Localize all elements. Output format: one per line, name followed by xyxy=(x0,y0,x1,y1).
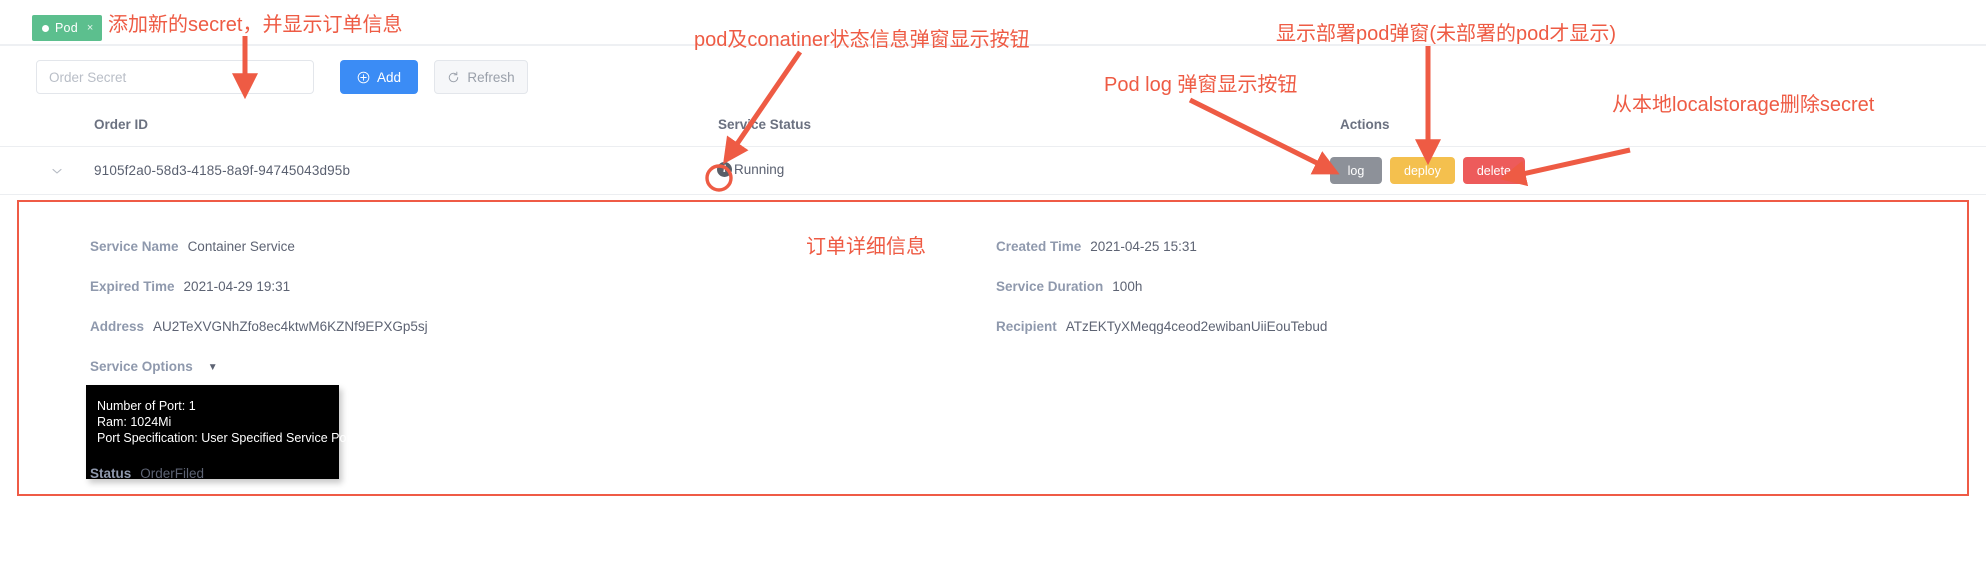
field-expired-time-label: Expired Time xyxy=(90,279,175,294)
field-address-value: AU2TeXVGNhZfo8ec4ktwM6KZNf9EPXGp5sj xyxy=(153,319,428,334)
field-service-duration-label: Service Duration xyxy=(996,279,1104,294)
orders-table: Order ID Service Status Actions 9105f2a0… xyxy=(0,106,1986,195)
field-created-time-label: Created Time xyxy=(996,239,1082,254)
field-service-name-label: Service Name xyxy=(90,239,179,254)
refresh-button-label: Refresh xyxy=(467,69,515,85)
field-service-name-value: Container Service xyxy=(187,239,295,254)
field-expired-time-value: 2021-04-29 19:31 xyxy=(183,279,291,294)
cell-order-id: 9105f2a0-58d3-4185-8a9f-94745043d95b xyxy=(94,163,351,178)
tooltip-line-port-count: Number of Port: 1 xyxy=(97,399,196,413)
cell-service-status: i Running xyxy=(717,162,784,177)
refresh-button[interactable]: Refresh xyxy=(434,60,528,94)
field-service-duration-value: 100h xyxy=(1112,279,1143,294)
table-header-row: Order ID Service Status Actions xyxy=(0,106,1986,147)
service-status-label: Running xyxy=(734,162,785,177)
column-header-actions: Actions xyxy=(1340,117,1390,132)
tab-status-dot-icon xyxy=(42,24,49,32)
field-service-duration: Service Duration 100h xyxy=(996,279,1142,294)
field-service-options[interactable]: Service Options ▼ xyxy=(90,359,218,374)
delete-button[interactable]: delete xyxy=(1462,157,1525,184)
tooltip-line-port-spec: Port Specification: User Specified Servi… xyxy=(97,431,355,445)
refresh-icon xyxy=(447,71,460,84)
tab-pod[interactable]: Pod × xyxy=(32,15,103,41)
order-secret-input[interactable] xyxy=(36,60,314,94)
tab-pod-label: Pod xyxy=(55,21,78,35)
field-service-options-label: Service Options xyxy=(90,359,193,374)
caret-down-icon[interactable]: ▼ xyxy=(208,362,218,373)
field-created-time: Created Time 2021-04-25 15:31 xyxy=(996,239,1197,254)
add-button-label: Add xyxy=(376,69,402,85)
toolbar: Add Refresh xyxy=(0,46,1986,106)
column-header-order-id: Order ID xyxy=(94,117,149,132)
order-detail-panel: Service Name Container Service Expired Ti… xyxy=(17,200,1969,496)
field-status: Status OrderFiled xyxy=(90,466,204,481)
field-recipient: Recipient ATzEKTyXMeqg4ceod2ewibanUiiEouT… xyxy=(996,319,1327,334)
column-header-service-status: Service Status xyxy=(718,117,812,132)
field-recipient-value: ATzEKTyXMeqg4ceod2ewibanUiiEouTebud xyxy=(1065,319,1328,334)
cell-actions: log deploy delete xyxy=(1330,157,1525,184)
tooltip-line-ram: Ram: 1024Mi xyxy=(97,415,172,429)
field-address: Address AU2TeXVGNhZfo8ec4ktwM6KZNf9EPXGp5… xyxy=(90,319,428,334)
tab-bar: Pod × xyxy=(0,0,1986,46)
chevron-down-icon[interactable] xyxy=(50,164,64,178)
field-status-value: OrderFiled xyxy=(140,466,205,481)
tab-close-icon[interactable]: × xyxy=(87,22,93,34)
table-row[interactable]: 9105f2a0-58d3-4185-8a9f-94745043d95b i R… xyxy=(0,147,1986,195)
info-circle-icon[interactable]: i xyxy=(717,162,732,177)
deploy-button[interactable]: deploy xyxy=(1390,157,1455,184)
field-expired-time: Expired Time 2021-04-29 19:31 xyxy=(90,279,290,294)
add-button[interactable]: Add xyxy=(340,60,418,94)
service-options-tooltip: Number of Port: 1 Ram: 1024Mi Port Speci… xyxy=(86,385,355,479)
field-created-time-value: 2021-04-25 15:31 xyxy=(1090,239,1197,254)
field-address-label: Address xyxy=(90,319,145,334)
plus-circle-icon xyxy=(357,71,370,84)
field-service-name: Service Name Container Service xyxy=(90,239,295,254)
log-button[interactable]: log xyxy=(1330,157,1382,184)
field-status-label: Status xyxy=(90,466,132,481)
field-recipient-label: Recipient xyxy=(996,319,1057,334)
